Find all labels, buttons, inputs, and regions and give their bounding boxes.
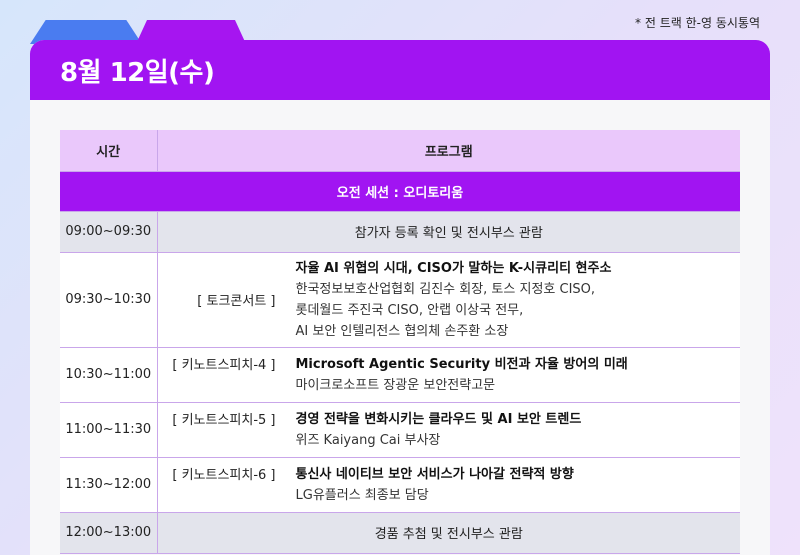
time-cell: 11:00~11:30 [60,402,158,458]
session-label: 오전 세션 : 오디토리움 [60,171,740,212]
session-tag: [ 키노트스피치-5 ] [172,412,276,428]
program-cell: [ 키노트스피치-5 ] 경영 전략을 변화시키는 클라우드 및 AI 보안 트… [157,402,740,458]
program-cell: 참가자 등록 확인 및 전시부스 관람 [157,211,740,253]
table-row: 11:00~11:30 [ 키노트스피치-5 ] 경영 전략을 변화시키는 클라… [60,402,740,458]
date-title: 8월 12일(수) [60,57,215,88]
session-tag: [ 토크콘서트 ] [197,294,276,309]
program-title: 자율 AI 위협의 시대, CISO가 말하는 K-시큐리티 현주소 [295,260,612,276]
schedule-card: 8월 12일(수) 시간 프로그램 오전 세션 : 오디토리움 09:00~09… [30,40,770,555]
card-body: 시간 프로그램 오전 세션 : 오디토리움 09:00~09:30 참가자 등록… [30,100,770,555]
time-column-header: 시간 [60,130,158,172]
program-title: 경영 전략을 변화시키는 클라우드 및 AI 보안 트렌드 [295,411,582,427]
interpretation-note: * 전 트랙 한-영 동시통역 [635,16,760,30]
program-cell: [ 키노트스피치-4 ] Microsoft Agentic Security … [157,347,740,403]
program-column-header: 프로그램 [157,130,740,172]
time-cell: 09:00~09:30 [60,211,158,253]
speaker-line: 한국정보보호산업협회 김진수 회장, 토스 지정호 CISO, [295,281,596,297]
time-cell: 11:30~12:00 [60,457,158,513]
table-row: 09:30~10:30 [ 토크콘서트 ] 자율 AI 위협의 시대, CISO… [60,252,740,348]
time-cell: 10:30~11:00 [60,347,158,403]
program-cell: [ 토크콘서트 ] 자율 AI 위협의 시대, CISO가 말하는 K-시큐리티… [157,252,740,348]
time-cell: 09:30~10:30 [60,252,158,348]
session-row: 오전 세션 : 오디토리움 [60,171,740,212]
session-tag: [ 키노트스피치-4 ] [172,357,276,373]
session-tag: [ 키노트스피치-6 ] [172,467,276,483]
speaker-line: LG유플러스 최종보 담당 [295,487,429,503]
speaker-line: AI 보안 인텔리전스 협의체 손주환 소장 [295,323,509,339]
speaker-line: 마이크로소프트 장광운 보안전략고문 [295,377,496,393]
schedule-table: 시간 프로그램 오전 세션 : 오디토리움 09:00~09:30 참가자 등록… [60,130,740,554]
card-header: 8월 12일(수) [30,40,770,100]
table-header-row: 시간 프로그램 [60,130,740,172]
speaker-line: 롯데월드 주진국 CISO, 안랩 이상국 전무, [295,302,524,318]
table-row: 09:00~09:30 참가자 등록 확인 및 전시부스 관람 [60,211,740,253]
table-row: 12:00~13:00 경품 추첨 및 전시부스 관람 [60,512,740,554]
table-row: 11:30~12:00 [ 키노트스피치-6 ] 통신사 네이티브 보안 서비스… [60,457,740,513]
program-title: 통신사 네이티브 보안 서비스가 나아갈 전략적 방향 [295,466,574,482]
time-cell: 12:00~13:00 [60,512,158,554]
program-title: Microsoft Agentic Security 비전과 자율 방어의 미래 [295,356,628,372]
program-cell: [ 키노트스피치-6 ] 통신사 네이티브 보안 서비스가 나아갈 전략적 방향… [157,457,740,513]
program-cell: 경품 추첨 및 전시부스 관람 [157,512,740,554]
table-row: 10:30~11:00 [ 키노트스피치-4 ] Microsoft Agent… [60,347,740,403]
speaker-line: 위즈 Kaiyang Cai 부사장 [295,432,441,448]
